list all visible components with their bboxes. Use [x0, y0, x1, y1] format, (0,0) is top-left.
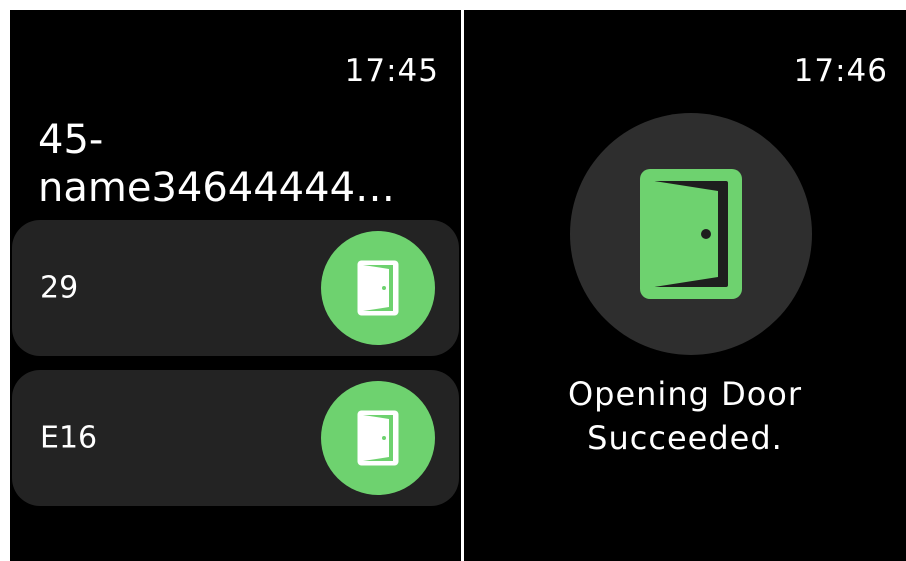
status-time: 17:45	[344, 53, 439, 89]
door-icon	[357, 260, 399, 316]
page-title-line-1: 45-	[38, 117, 104, 163]
page-title: 45- name34644444…	[38, 116, 448, 212]
door-icon	[640, 169, 742, 299]
page-title-line-2: name34644444…	[38, 165, 396, 211]
status-time: 17:46	[793, 53, 888, 89]
status-line-2: Succeeded.	[587, 419, 783, 457]
open-door-button[interactable]	[321, 231, 435, 345]
door-result-screen: 17:46 Opening Door Succeeded.	[464, 10, 906, 561]
door-card-e16[interactable]: E16	[12, 370, 459, 506]
door-card-29[interactable]: 29	[12, 220, 459, 356]
status-line-1: Opening Door	[567, 375, 803, 413]
status-message: Opening Door Succeeded.	[464, 372, 906, 460]
door-list-screen: 17:45 45- name34644444… 29 E16	[10, 10, 461, 561]
result-icon-circle	[570, 113, 812, 355]
screenshot-frame: 17:45 45- name34644444… 29 E16 17:46 Ope…	[0, 0, 906, 561]
door-name: 29	[40, 270, 79, 306]
door-icon	[357, 410, 399, 466]
door-name: E16	[40, 420, 98, 456]
open-door-button[interactable]	[321, 381, 435, 495]
